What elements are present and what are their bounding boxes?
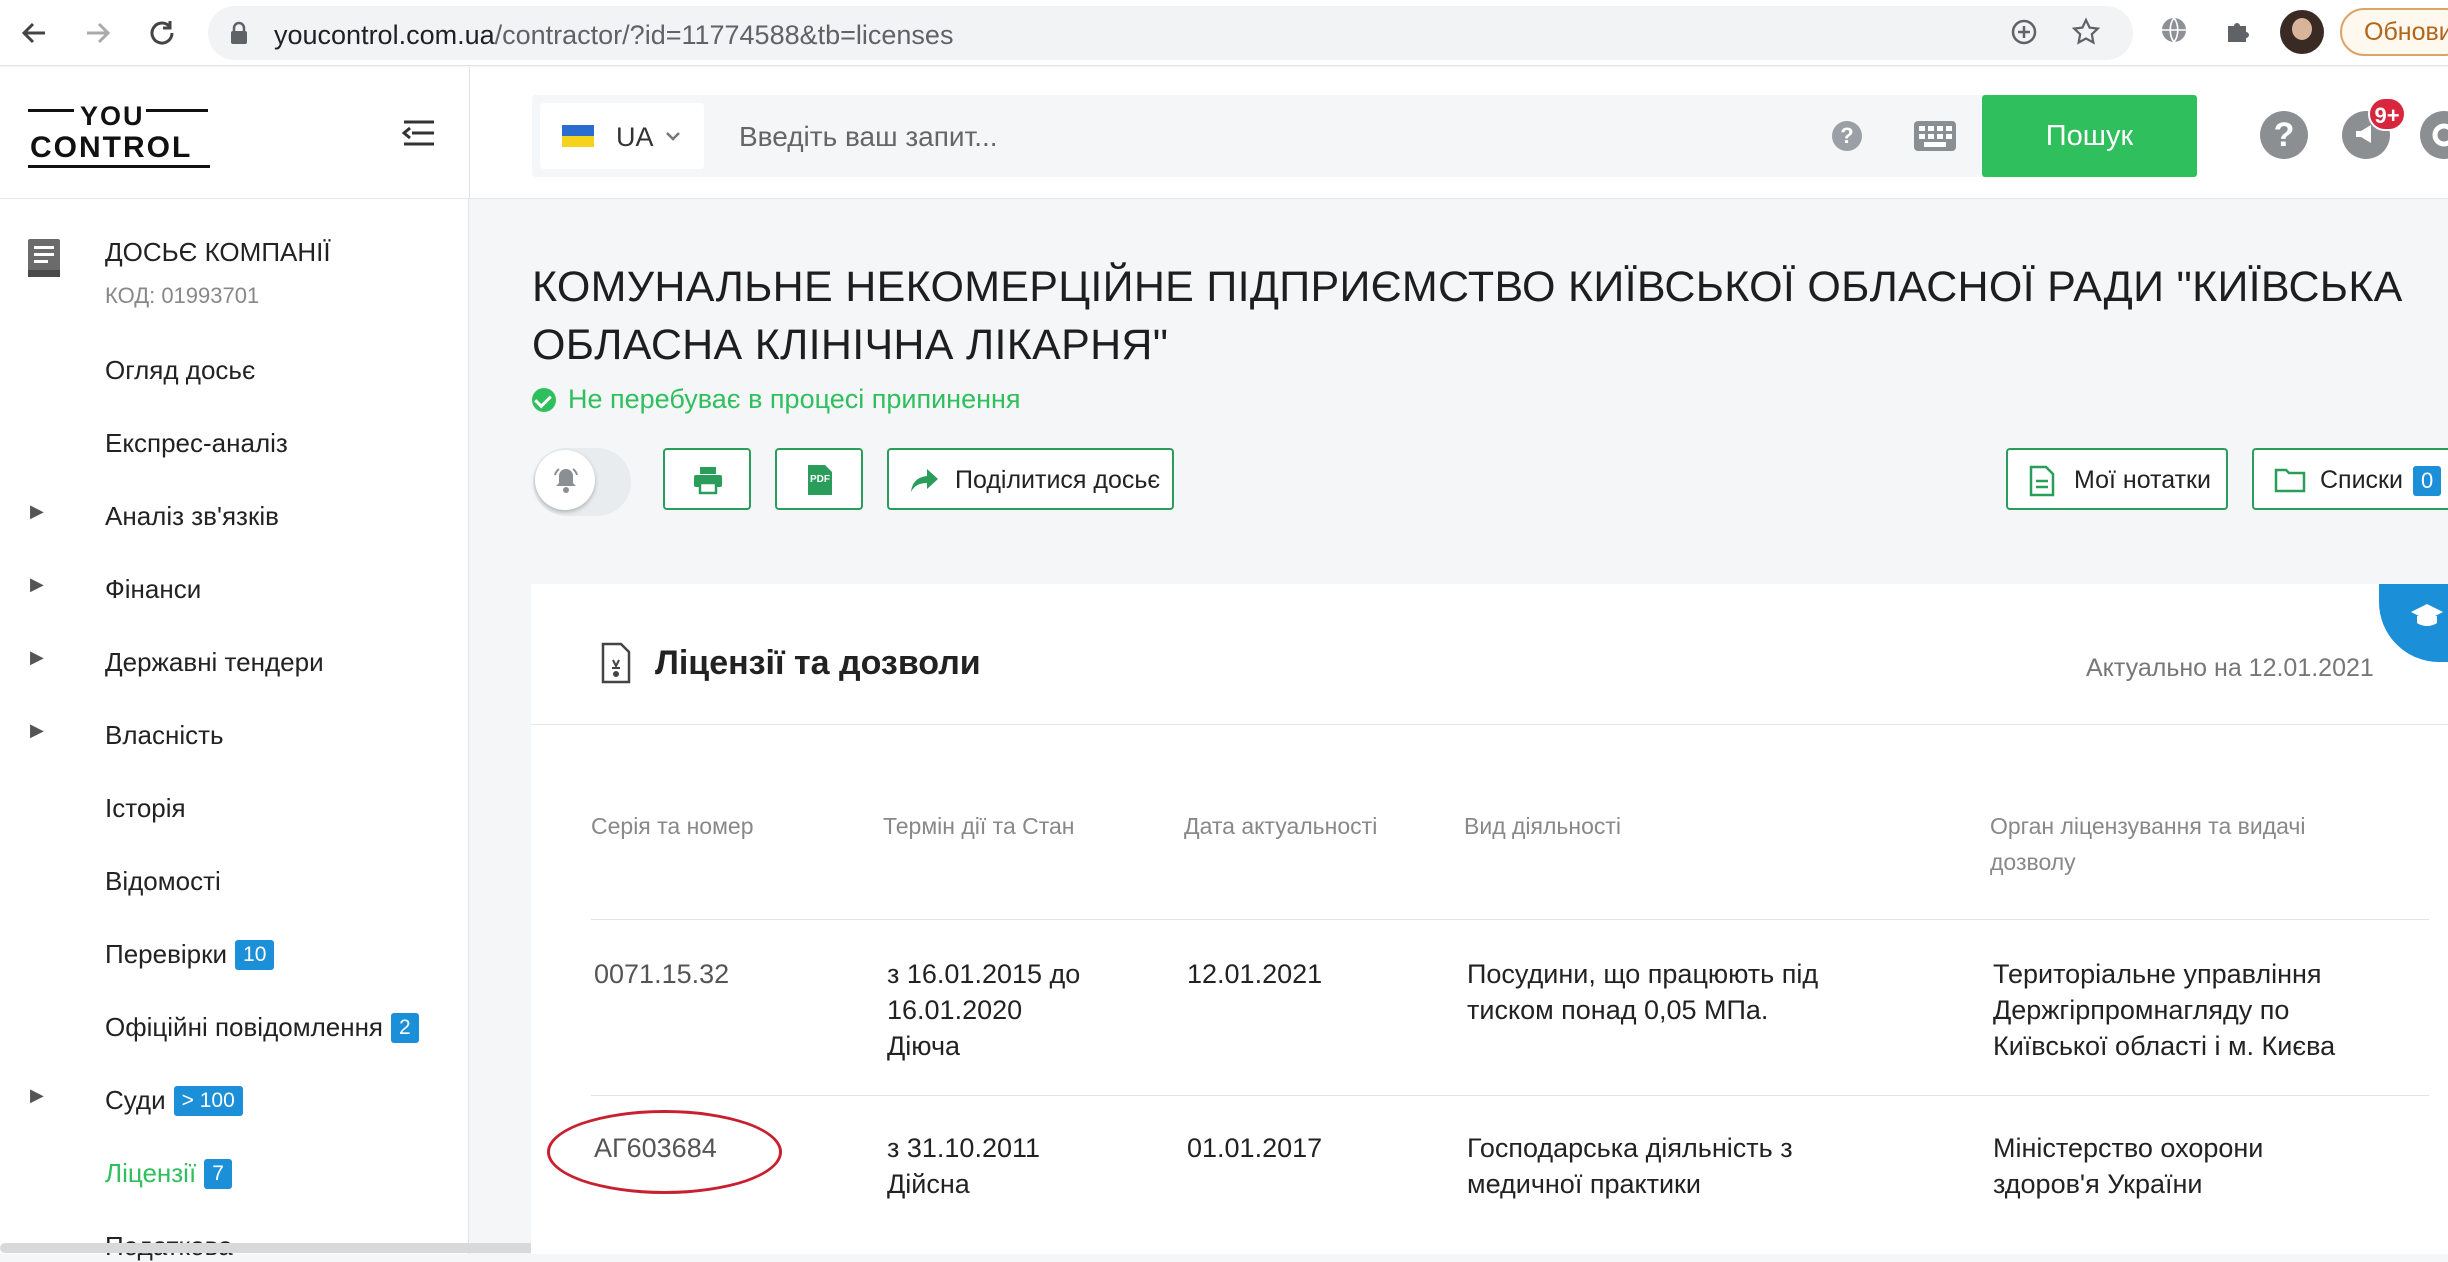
sidebar-item-inspections[interactable]: Перевірки 10 [105, 939, 275, 970]
zoom-plus-icon[interactable] [2008, 17, 2040, 49]
notes-icon [2029, 465, 2055, 497]
browser-toolbar: youcontrol.com.ua/contractor/?id=1177458… [0, 0, 2448, 66]
count-badge: 10 [235, 940, 275, 970]
update-browser-button[interactable]: Обнови [2340, 8, 2448, 56]
bookmark-star-icon[interactable] [2070, 17, 2102, 49]
caret-right-icon[interactable]: ▶ [30, 501, 44, 522]
ukraine-flag-icon [562, 125, 594, 147]
lists-button[interactable]: Списки 0 [2252, 448, 2448, 510]
help-icon[interactable]: ? [2260, 111, 2308, 159]
search-button[interactable]: Пошук [1982, 95, 2197, 177]
sidebar-item-licenses[interactable]: Ліцензії 7 [105, 1158, 232, 1189]
education-hat-icon[interactable] [2379, 584, 2448, 662]
extensions-puzzle-icon[interactable] [2220, 14, 2256, 50]
collapse-menu-icon[interactable] [402, 119, 436, 147]
caret-right-icon[interactable]: ▶ [30, 574, 44, 595]
company-code: КОД: 01993701 [105, 283, 260, 308]
address-bar[interactable]: youcontrol.com.ua/contractor/?id=1177458… [208, 6, 2133, 60]
print-button[interactable] [663, 448, 751, 510]
my-notes-button[interactable]: Мої нотатки [2006, 448, 2228, 510]
notification-count-badge: 9+ [2368, 97, 2406, 131]
horizontal-scrollbar[interactable] [0, 1243, 586, 1253]
sidebar-item-finances[interactable]: Фінанси [105, 574, 201, 605]
column-header-number: Серія та номер [591, 813, 754, 839]
count-badge: > 100 [173, 1086, 243, 1116]
column-header-term: Термін дії та Стан [883, 813, 1075, 839]
search-help-icon[interactable]: ? [1832, 121, 1862, 151]
url-text: youcontrol.com.ua/contractor/?id=1177458… [274, 20, 954, 50]
sidebar-item-official-notices[interactable]: Офіційні повідомлення 2 [105, 1012, 419, 1043]
printer-icon [694, 467, 722, 495]
column-header-date: Дата актуальності [1184, 813, 1378, 839]
company-title: КОМУНАЛЬНЕ НЕКОМЕРЦІЙНЕ ПІДПРИЄМСТВО КИЇ… [532, 263, 2403, 369]
chevron-down-icon [664, 119, 682, 159]
keyboard-icon[interactable] [1914, 121, 1956, 151]
count-badge: 2 [391, 1013, 419, 1043]
column-header-activity: Вид діяльності [1464, 813, 1622, 839]
actual-date: Актуально на 12.01.2021 [2086, 654, 2374, 682]
sidebar-item-overview[interactable]: Огляд досьє [105, 355, 255, 386]
lists-count-badge: 0 [2412, 466, 2442, 496]
monitoring-toggle[interactable] [533, 448, 631, 516]
search-bar: UA ? Пошук [532, 95, 2197, 177]
red-highlight-ellipse [547, 1110, 782, 1194]
bell-icon [554, 468, 578, 493]
sidebar: ДОСЬЄ КОМПАНІЇ КОД: 01993701 Огляд досьє… [0, 199, 586, 1261]
back-arrow-icon[interactable] [14, 13, 54, 53]
share-arrow-icon [911, 469, 938, 492]
caret-right-icon[interactable]: ▶ [30, 647, 44, 668]
sidebar-item-relations[interactable]: Аналіз зв'язків [105, 501, 279, 532]
licenses-title: Ліцензії та дозволи [655, 644, 981, 682]
license-document-icon [601, 642, 631, 684]
app-header: YOU CONTROL UA ? Пошук ? 9+ [0, 67, 2448, 199]
dossier-title: ДОСЬЄ КОМПАНІЇ [105, 237, 331, 267]
dossier-icon [28, 239, 60, 277]
share-dossier-button[interactable]: Поділитися досьє [887, 448, 1174, 510]
sidebar-item-info[interactable]: Відомості [105, 866, 221, 897]
language-select[interactable]: UA [540, 103, 704, 169]
reload-icon[interactable] [142, 13, 182, 53]
pdf-button[interactable]: PDF [775, 448, 863, 510]
column-header-authority: Орган ліцензування та видачі дозволу [1990, 813, 2306, 875]
check-circle-icon [532, 388, 556, 412]
lock-icon [231, 21, 247, 44]
folder-icon [2274, 468, 2306, 493]
licenses-card: Ліцензії та дозволи Актуально на 12.01.2… [531, 584, 2448, 1254]
sidebar-item-courts[interactable]: Суди > 100 [105, 1085, 243, 1116]
sidebar-item-tenders[interactable]: Державні тендери [105, 647, 324, 678]
translate-globe-icon[interactable] [2156, 14, 2192, 50]
search-input[interactable] [737, 109, 1741, 165]
sidebar-item-express-analysis[interactable]: Експрес-аналіз [105, 428, 288, 459]
sidebar-item-history[interactable]: Історія [105, 793, 186, 824]
sidebar-item-property[interactable]: Власність [105, 720, 224, 751]
count-badge: 7 [204, 1159, 232, 1189]
caret-right-icon[interactable]: ▶ [30, 1085, 44, 1106]
forward-arrow-icon[interactable] [78, 13, 118, 53]
licenses-card-header: Ліцензії та дозволи Актуально на 12.01.2… [531, 584, 2448, 725]
company-status: Не перебуває в процесі припинення [532, 384, 1021, 415]
profile-avatar[interactable] [2280, 10, 2324, 54]
caret-right-icon[interactable]: ▶ [30, 720, 44, 741]
settings-gear-icon[interactable] [2420, 111, 2448, 159]
youcontrol-logo[interactable]: YOU CONTROL [28, 101, 210, 171]
